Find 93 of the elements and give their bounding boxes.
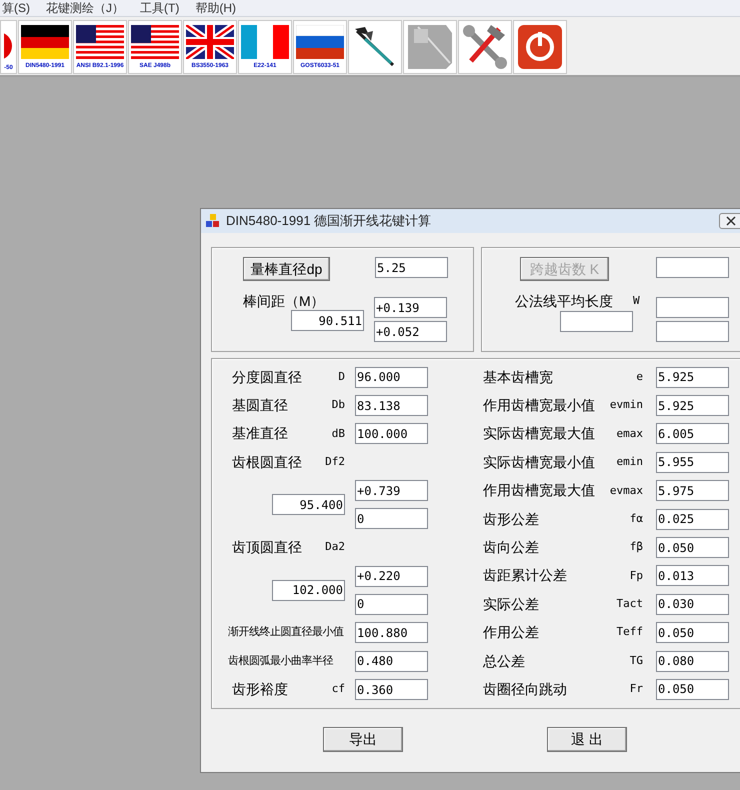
symbol-label: evmin	[610, 397, 643, 414]
field-label: 实际齿槽宽最小值	[483, 452, 595, 472]
symbol-label: e	[636, 368, 643, 385]
text-field[interactable]: 0.050	[656, 537, 729, 558]
field-label: 作用齿槽宽最大值	[483, 481, 595, 500]
field-label: 公法线平均长度	[515, 293, 613, 309]
text-field[interactable]: 0.360	[355, 679, 428, 700]
text-field[interactable]: 83.138	[355, 395, 428, 416]
symbol-label: Tact	[616, 596, 643, 612]
symbol-label: Da2	[325, 539, 345, 556]
rod-diameter-button[interactable]: 量棒直径dp	[243, 257, 330, 281]
field-label: 总公差	[483, 652, 525, 671]
text-field[interactable]: 0.050	[656, 622, 729, 644]
text-field[interactable]: 100.880	[355, 622, 428, 644]
symbol-label: fβ	[630, 539, 643, 556]
symbol-label: dB	[332, 426, 345, 442]
text-field[interactable]: 5.925	[656, 366, 729, 388]
symbol-label: emin	[616, 454, 643, 470]
symbol-label: TG	[630, 652, 643, 669]
symbol-label: cf	[332, 681, 345, 698]
text-field[interactable]: 0.080	[656, 650, 729, 672]
french-flag-icon	[241, 25, 289, 59]
field-label: 基圆直径	[232, 396, 288, 416]
close-icon	[726, 216, 736, 226]
dialog-button[interactable]: 退 出	[547, 727, 627, 752]
text-field[interactable]: 6.005	[656, 423, 729, 444]
symbol-label: Teff	[616, 624, 643, 640]
german-flag-icon	[21, 25, 69, 59]
symbol-label: W	[633, 293, 640, 309]
field-label: 棒间距（M）	[243, 293, 326, 309]
window-title: DIN5480-1991 德国渐开线花键计算	[226, 212, 432, 230]
field-label: 齿距累计公差	[483, 566, 567, 586]
text-field[interactable]	[656, 321, 729, 342]
text-field[interactable]: 0	[355, 508, 428, 530]
text-field[interactable]: 96.000	[355, 366, 428, 388]
text-field[interactable]: 5.955	[656, 452, 729, 473]
us-flag-icon	[131, 25, 179, 59]
menu-item[interactable]: 花键测绘（J）	[46, 0, 124, 17]
text-field[interactable]: 5.925	[656, 395, 729, 416]
field-label: 实际公差	[483, 594, 539, 614]
text-field[interactable]: 5.975	[656, 480, 729, 502]
text-field[interactable]: 0.013	[656, 565, 729, 586]
field-label: 齿圈径向跳动	[483, 680, 567, 699]
text-field[interactable]: 0	[355, 594, 428, 615]
symbol-label: evmax	[610, 482, 643, 498]
text-field[interactable]: +0.739	[355, 480, 428, 502]
symbol-label: Fp	[630, 568, 643, 584]
field-label: 渐开线终止圆直径最小值	[228, 625, 344, 640]
text-field[interactable]: 0.025	[656, 508, 729, 530]
symbol-label: Fr	[630, 681, 643, 698]
russian-flag-icon	[296, 25, 344, 59]
cubes-icon	[205, 213, 221, 229]
menu-item[interactable]: 工具(T)	[140, 0, 180, 17]
text-field[interactable]: 0.050	[656, 678, 729, 700]
field-label: 作用公差	[483, 623, 539, 642]
field-label: 齿形裕度	[232, 680, 288, 700]
text-field[interactable]: 95.400	[272, 494, 345, 516]
text-field[interactable]: 0.030	[656, 594, 729, 615]
symbol-label: Df2	[325, 454, 345, 470]
field-label: 基本齿槽宽	[483, 368, 553, 387]
text-field[interactable]: 100.000	[355, 423, 428, 444]
field-label: 齿根圆弧最小曲率半径	[228, 654, 333, 669]
text-field[interactable]: +0.139	[374, 297, 447, 318]
text-field[interactable]: 0.480	[355, 650, 428, 672]
field-label: 作用齿槽宽最小值	[483, 396, 595, 416]
field-label: 基准直径	[232, 424, 288, 444]
tools-icon	[461, 23, 509, 71]
menu-item[interactable]: 帮助(H)	[195, 0, 236, 17]
field-label: 实际齿槽宽最大值	[483, 424, 595, 444]
text-field[interactable]: +0.220	[355, 566, 428, 587]
text-field[interactable]: 5.25	[375, 257, 448, 278]
toolbar-button[interactable]	[348, 20, 402, 74]
menu-item[interactable]: 算(S)	[2, 0, 30, 17]
dialog-button[interactable]: 导出	[323, 727, 403, 752]
field-label: 齿形公差	[483, 510, 539, 529]
text-field[interactable]: +0.052	[374, 321, 447, 342]
text-field[interactable]	[656, 257, 729, 278]
field-label: 分度圆直径	[232, 368, 302, 387]
text-field[interactable]: 102.000	[272, 580, 345, 601]
text-field[interactable]: 90.511	[291, 310, 364, 331]
field-label: 齿顶圆直径	[232, 538, 302, 558]
symbol-label: fα	[630, 510, 643, 527]
union-jack-icon	[186, 25, 234, 59]
us-flag-icon	[76, 25, 124, 59]
text-field[interactable]	[560, 310, 633, 332]
text-field[interactable]	[656, 297, 729, 318]
power-icon	[517, 24, 563, 70]
field-label: 齿根圆直径	[232, 452, 302, 472]
symbol-label: emax	[616, 426, 643, 442]
symbol-label: Db	[332, 397, 345, 414]
grid-icon	[406, 23, 454, 71]
field-label: 齿向公差	[483, 538, 539, 558]
symbol-label: D	[338, 368, 345, 385]
